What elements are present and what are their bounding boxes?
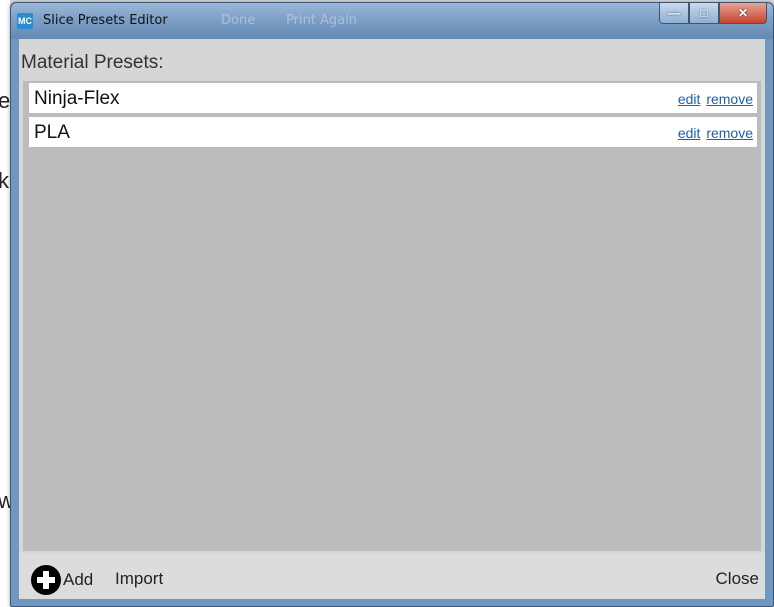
close-icon: ✕ xyxy=(737,6,749,20)
presets-editor-window: MC Slice Presets Editor Done Print Again… xyxy=(10,2,774,607)
remove-link[interactable]: remove xyxy=(706,125,753,141)
preset-row: Ninja-Flex edit remove xyxy=(29,83,757,113)
add-button[interactable]: Add xyxy=(31,565,93,595)
preset-actions: edit remove xyxy=(676,91,753,107)
close-button[interactable]: Close xyxy=(716,569,759,589)
page-title: Material Presets: xyxy=(21,52,164,73)
client-area: Material Presets: Ninja-Flex edit remove… xyxy=(19,39,765,599)
footer-bar: Add Import Close xyxy=(19,553,765,599)
preset-name: PLA xyxy=(34,122,70,143)
preset-name: Ninja-Flex xyxy=(34,88,120,109)
preset-actions: edit remove xyxy=(676,125,753,141)
plus-circle-icon xyxy=(31,565,61,595)
edit-link[interactable]: edit xyxy=(678,125,701,141)
background-app-strip: e k w xyxy=(0,0,14,607)
minimize-icon: — xyxy=(668,6,680,20)
presets-list: Ninja-Flex edit remove PLA edit remove xyxy=(23,81,761,551)
app-icon: MC xyxy=(17,13,33,29)
window-controls: — □ ✕ xyxy=(659,3,767,25)
maximize-icon: □ xyxy=(700,6,708,20)
background-title-fragment: Done xyxy=(221,13,256,28)
remove-link[interactable]: remove xyxy=(706,91,753,107)
background-title-fragment: Print Again xyxy=(286,13,357,28)
import-button[interactable]: Import xyxy=(115,569,163,589)
maximize-button[interactable]: □ xyxy=(689,3,719,24)
title-bar[interactable]: MC Slice Presets Editor Done Print Again… xyxy=(11,3,773,39)
window-title: Slice Presets Editor xyxy=(43,13,168,28)
edit-link[interactable]: edit xyxy=(678,91,701,107)
close-window-button[interactable]: ✕ xyxy=(719,3,767,24)
background-text: k xyxy=(0,168,9,193)
background-text: e xyxy=(0,88,11,113)
minimize-button[interactable]: — xyxy=(659,3,689,24)
preset-row: PLA edit remove xyxy=(29,117,757,147)
add-label: Add xyxy=(63,570,94,589)
